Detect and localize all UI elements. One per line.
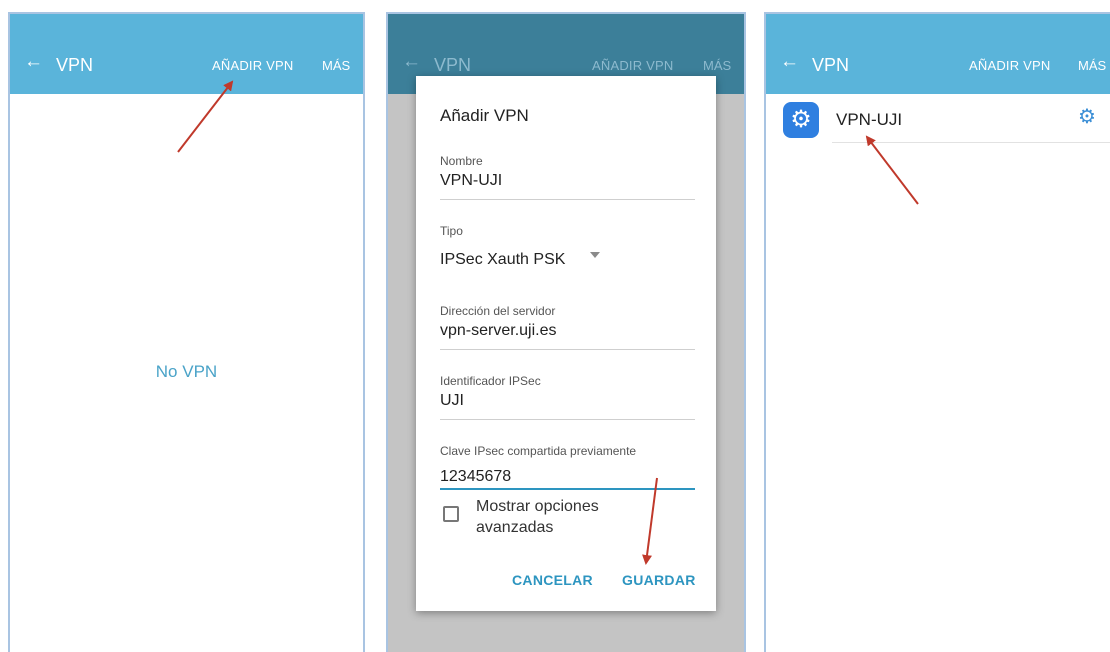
app-bar: ← VPN AÑADIR VPN MÁS <box>766 14 1110 94</box>
ipsec-id-underline <box>440 419 695 420</box>
vpn-gear-icon: ⚙ <box>783 102 819 138</box>
screen-vpn-empty: ← VPN AÑADIR VPN MÁS No VPN <box>8 12 365 652</box>
caret-down-icon[interactable] <box>590 252 600 258</box>
add-vpn-button[interactable]: AÑADIR VPN <box>969 58 1050 73</box>
type-select[interactable]: IPSec Xauth PSK <box>440 251 565 269</box>
cancel-button[interactable]: CANCELAR <box>512 572 593 588</box>
type-label: Tipo <box>440 224 463 238</box>
list-divider <box>832 142 1110 143</box>
more-button[interactable]: MÁS <box>1078 58 1106 73</box>
settings-gear-icon[interactable]: ⚙ <box>1078 107 1096 127</box>
ipsec-id-input[interactable]: UJI <box>440 392 464 410</box>
page-title: VPN <box>434 55 472 75</box>
ipsec-id-label: Identificador IPSec <box>440 374 541 388</box>
server-underline <box>440 349 695 350</box>
more-button[interactable]: MÁS <box>703 58 731 73</box>
psk-input[interactable]: 12345678 <box>440 468 511 486</box>
vpn-item-name[interactable]: VPN-UJI <box>836 110 902 130</box>
add-vpn-dialog: Añadir VPN Nombre VPN-UJI Tipo IPSec Xau… <box>416 76 716 611</box>
name-underline <box>440 199 695 200</box>
back-arrow-icon[interactable]: ← <box>402 52 421 71</box>
empty-state-text: No VPN <box>155 362 218 381</box>
server-input[interactable]: vpn-server.uji.es <box>440 322 557 340</box>
server-label: Dirección del servidor <box>440 304 556 318</box>
back-arrow-icon[interactable]: ← <box>24 52 43 71</box>
advanced-options-label[interactable]: Mostrar opciones avanzadas <box>476 496 656 538</box>
name-label: Nombre <box>440 154 483 168</box>
advanced-options-line1: Mostrar opciones <box>476 498 599 515</box>
advanced-options-line2: avanzadas <box>476 519 554 536</box>
screen-add-vpn-dialog: ← VPN AÑADIR VPN MÁS Añadir VPN Nombre V… <box>386 12 746 652</box>
page-title: VPN <box>812 55 850 75</box>
app-bar: ← VPN AÑADIR VPN MÁS <box>10 14 363 94</box>
psk-label: Clave IPsec compartida previamente <box>440 444 637 458</box>
add-vpn-button[interactable]: AÑADIR VPN <box>212 58 293 73</box>
save-button[interactable]: GUARDAR <box>622 572 696 588</box>
psk-underline <box>440 488 695 490</box>
back-arrow-icon[interactable]: ← <box>780 52 799 71</box>
name-input[interactable]: VPN-UJI <box>440 172 502 190</box>
add-vpn-button[interactable]: AÑADIR VPN <box>592 58 673 73</box>
dialog-title: Añadir VPN <box>440 106 529 125</box>
screen-vpn-list: ← VPN AÑADIR VPN MÁS ⚙ VPN-UJI ⚙ <box>764 12 1110 652</box>
page-title: VPN <box>56 55 94 75</box>
more-button[interactable]: MÁS <box>322 58 350 73</box>
advanced-options-checkbox[interactable] <box>443 506 459 522</box>
